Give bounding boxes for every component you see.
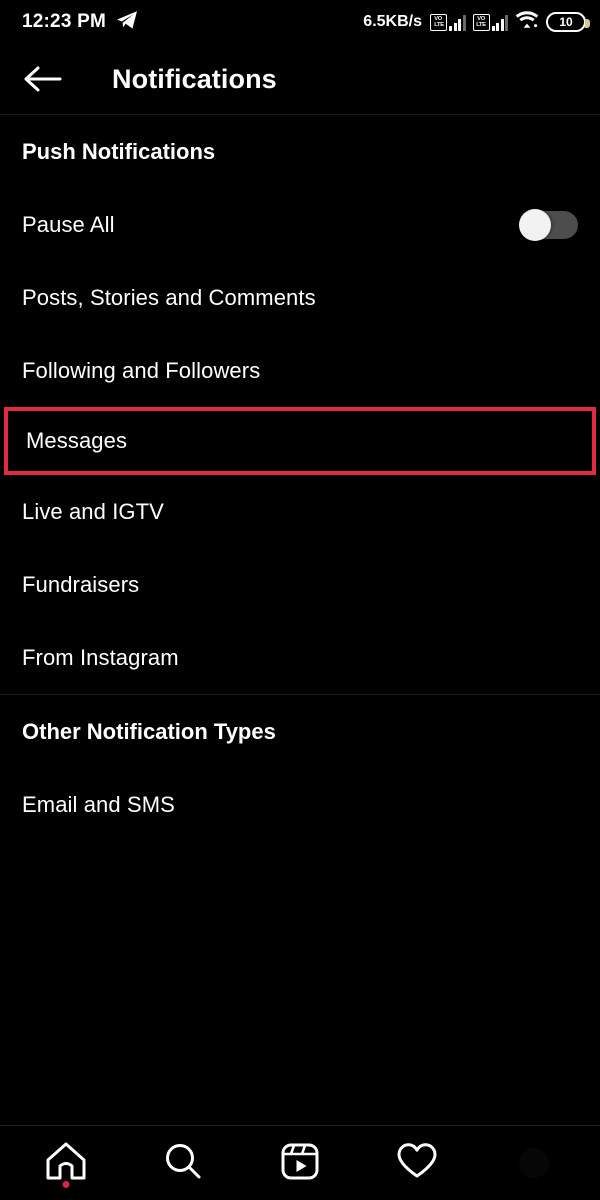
page-title: Notifications <box>112 63 277 94</box>
signal-bars-sim2 <box>491 14 508 31</box>
app-screen: 12:23 PM 6.5KB/s VO LTE VO LTE 10 Notifi… <box>0 0 600 1200</box>
heart-icon <box>395 1140 439 1187</box>
row-pause-all[interactable]: Pause All <box>0 188 600 261</box>
home-icon <box>44 1140 88 1187</box>
sim2-signal-group: VO LTE <box>472 13 508 31</box>
sim1-signal-group: VO LTE <box>430 13 466 31</box>
section-title-push-notifications: Push Notifications <box>22 138 216 164</box>
row-email-and-sms[interactable]: Email and SMS <box>0 768 600 841</box>
nav-item-activity[interactable] <box>358 1126 475 1200</box>
row-label-posts-stories-comments: Posts, Stories and Comments <box>22 284 316 310</box>
row-label-live-and-igtv: Live and IGTV <box>22 498 164 524</box>
app-bar: Notifications <box>0 44 600 115</box>
row-label-pause-all: Pause All <box>22 211 115 237</box>
profile-avatar-icon <box>518 1148 549 1178</box>
pause-all-toggle[interactable] <box>519 208 578 241</box>
volte-sim2-bottom: LTE <box>476 22 486 28</box>
volte-sim2-top: VO <box>477 16 485 22</box>
toggle-knob <box>519 208 551 241</box>
reels-icon <box>279 1140 321 1187</box>
network-speed-label: 6.5KB/s <box>363 13 422 30</box>
volte-icon-sim1: VO LTE <box>430 13 447 31</box>
row-from-instagram[interactable]: From Instagram <box>0 621 600 694</box>
home-notification-dot <box>62 1181 70 1188</box>
battery-percent-label: 10 <box>559 15 573 29</box>
row-label-messages: Messages <box>26 428 128 453</box>
bottom-navigation-bar <box>0 1125 600 1200</box>
nav-item-profile[interactable] <box>475 1126 592 1200</box>
volte-sim1-top: VO <box>434 16 443 22</box>
volte-icon-sim2: VO LTE <box>472 13 490 31</box>
nav-item-home[interactable] <box>8 1126 125 1200</box>
row-label-following-and-followers: Following and Followers <box>22 357 261 383</box>
telegram-icon <box>116 10 138 35</box>
section-title-other-notification-types: Other Notification Types <box>22 718 276 744</box>
row-fundraisers[interactable]: Fundraisers <box>0 548 600 621</box>
section-push-notifications: Push Notifications Pause All Posts, Stor… <box>0 115 600 694</box>
row-messages[interactable]: Messages <box>4 407 596 475</box>
back-arrow-icon[interactable] <box>22 56 68 102</box>
status-bar: 12:23 PM 6.5KB/s VO LTE VO LTE 10 <box>0 0 600 44</box>
battery-icon: 10 <box>546 12 590 32</box>
status-bar-left: 12:23 PM <box>22 10 138 35</box>
search-icon <box>162 1140 204 1187</box>
row-label-fundraisers: Fundraisers <box>22 571 140 597</box>
row-label-from-instagram: From Instagram <box>22 644 179 670</box>
row-following-and-followers[interactable]: Following and Followers <box>0 334 600 407</box>
row-posts-stories-comments[interactable]: Posts, Stories and Comments <box>0 261 600 334</box>
signal-bars-sim1 <box>449 14 466 31</box>
status-clock: 12:23 PM <box>22 11 106 32</box>
status-bar-right: 6.5KB/s VO LTE VO LTE 10 <box>363 10 590 34</box>
row-label-email-and-sms: Email and SMS <box>22 791 175 817</box>
row-live-and-igtv[interactable]: Live and IGTV <box>0 475 600 548</box>
wifi-icon <box>515 10 539 34</box>
settings-list: Push Notifications Pause All Posts, Stor… <box>0 115 600 1125</box>
nav-item-search[interactable] <box>125 1126 242 1200</box>
section-other-notification-types: Other Notification Types Email and SMS <box>0 695 600 841</box>
nav-item-reels[interactable] <box>242 1126 359 1200</box>
volte-sim1-bottom: LTE <box>433 22 444 28</box>
